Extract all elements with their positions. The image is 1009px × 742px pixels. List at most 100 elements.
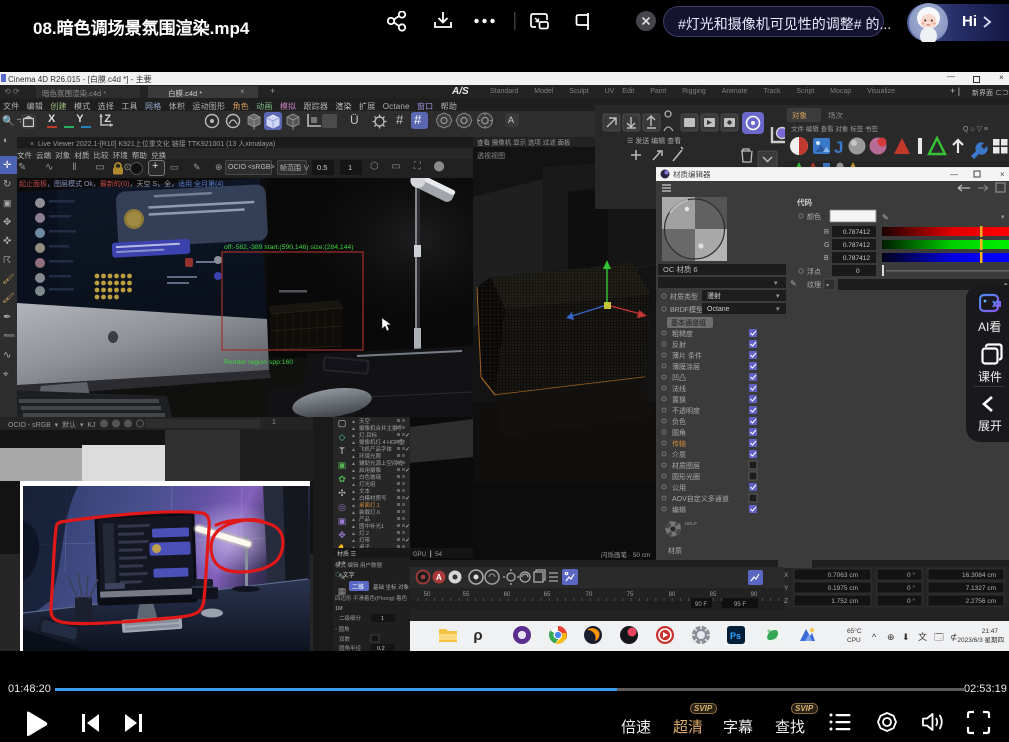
svg-text:GPU▕▏54: GPU▕▏54 bbox=[413, 550, 443, 558]
svg-text:漫射: 漫射 bbox=[707, 291, 721, 300]
svg-text:场次: 场次 bbox=[828, 110, 843, 120]
svg-text:图中补光1: 图中补光1 bbox=[359, 522, 384, 530]
svg-text:Y: Y bbox=[784, 585, 789, 592]
svg-text:85: 85 bbox=[710, 592, 717, 598]
svg-text:不透明度: 不透明度 bbox=[672, 406, 700, 415]
svg-text:产品: 产品 bbox=[359, 515, 371, 523]
svg-text:摄像机合并主摄于: 摄像机合并主摄于 bbox=[359, 424, 404, 432]
svg-text:0 °: 0 ° bbox=[907, 571, 915, 579]
svg-text:圆角: 圆角 bbox=[672, 428, 686, 437]
svg-text:▲: ▲ bbox=[351, 447, 356, 453]
svg-text:文本: 文本 bbox=[359, 487, 371, 495]
svg-text:▾: ▾ bbox=[776, 306, 780, 313]
svg-text:16.3084 cm: 16.3084 cm bbox=[962, 572, 996, 579]
svg-text:▲: ▲ bbox=[351, 433, 356, 439]
svg-text:▲: ▲ bbox=[351, 475, 356, 481]
svg-text:R: R bbox=[824, 229, 829, 236]
svg-text:装载灯.6: 装载灯.6 bbox=[359, 508, 380, 516]
svg-text:X: X bbox=[784, 572, 789, 579]
svg-text:基础 坐标 对象: 基础 坐标 对象 bbox=[373, 583, 410, 591]
svg-text:对象: 对象 bbox=[792, 110, 807, 120]
svg-text:薄片 条件: 薄片 条件 bbox=[672, 351, 702, 360]
svg-text:1: 1 bbox=[381, 616, 384, 622]
svg-text:BRDF模型: BRDF模型 bbox=[670, 305, 703, 314]
svg-text:反射: 反射 bbox=[672, 340, 686, 349]
svg-text:T: T bbox=[339, 446, 345, 456]
svg-text:▲: ▲ bbox=[351, 531, 356, 537]
svg-text:65: 65 bbox=[544, 592, 551, 598]
svg-text:粗糙度: 粗糙度 bbox=[672, 329, 693, 338]
svg-text:0: 0 bbox=[856, 268, 860, 275]
svg-text:▾: ▾ bbox=[774, 280, 778, 287]
svg-text:95 F: 95 F bbox=[734, 602, 746, 608]
svg-text:◎: ◎ bbox=[338, 502, 346, 512]
svg-text:▲: ▲ bbox=[351, 503, 356, 509]
svg-text:50: 50 bbox=[424, 592, 431, 598]
svg-text:0 °: 0 ° bbox=[907, 584, 915, 592]
svg-text:Render region spp:160: Render region spp:160 bbox=[224, 359, 293, 366]
svg-text:编辑: 编辑 bbox=[672, 505, 686, 514]
svg-text:65°C: 65°C bbox=[847, 627, 862, 635]
svg-text:⬇: ⬇ bbox=[902, 632, 910, 642]
svg-text:圆角半径: 圆角半径 bbox=[339, 644, 362, 651]
svg-text:灯.目标: 灯.目标 bbox=[359, 431, 378, 439]
svg-text:OC 材质 6: OC 材质 6 bbox=[663, 264, 698, 274]
svg-text:▲: ▲ bbox=[351, 496, 356, 502]
svg-text:✥: ✥ bbox=[338, 530, 346, 540]
svg-text:✓: ✓ bbox=[405, 496, 410, 502]
svg-text:基本通道组: 基本通道组 bbox=[671, 318, 706, 327]
svg-text:HELP: HELP bbox=[685, 521, 697, 526]
svg-text:▦: ▦ bbox=[338, 586, 347, 596]
svg-text:代码: 代码 bbox=[796, 197, 812, 207]
svg-text:7.1327 cm: 7.1327 cm bbox=[966, 585, 996, 592]
svg-text:法线: 法线 bbox=[672, 384, 686, 393]
svg-text:浮点: 浮点 bbox=[807, 267, 821, 276]
svg-text:90: 90 bbox=[751, 592, 758, 598]
svg-text:▢: ▢ bbox=[338, 418, 347, 428]
svg-text:公用: 公用 bbox=[672, 484, 686, 492]
svg-text:▲: ▲ bbox=[351, 426, 356, 432]
svg-text:环境光照: 环境光照 bbox=[359, 452, 382, 460]
svg-text:off:-582,-389 start:(590,146): off:-582,-389 start:(590,146) size:(284,… bbox=[224, 244, 353, 251]
svg-text:0.787412: 0.787412 bbox=[843, 255, 870, 262]
svg-text:颜色: 颜色 bbox=[807, 212, 821, 221]
svg-text:二级细分: 二级细分 bbox=[339, 614, 362, 622]
svg-text:模式 编辑 用户数据: 模式 编辑 用户数据 bbox=[335, 561, 383, 569]
svg-text:灯带: 灯带 bbox=[359, 536, 371, 544]
svg-text:⊕: ⊕ bbox=[887, 632, 895, 642]
svg-text:薄膜涂层: 薄膜涂层 bbox=[672, 362, 700, 371]
svg-text:材质图层: 材质图层 bbox=[672, 461, 700, 470]
svg-text:圆形光圈: 圆形光圈 bbox=[672, 472, 700, 481]
svg-text:Ps: Ps bbox=[730, 631, 741, 641]
svg-text:双数: 双数 bbox=[339, 635, 351, 643]
svg-text:纹理: 纹理 bbox=[807, 280, 821, 289]
svg-text:ρ: ρ bbox=[473, 627, 482, 644]
svg-text:0.787412: 0.787412 bbox=[843, 242, 870, 249]
svg-text:▲: ▲ bbox=[351, 461, 356, 467]
svg-text:70: 70 bbox=[586, 592, 593, 598]
svg-text:2023/6/3 星期四: 2023/6/3 星期四 bbox=[957, 636, 1004, 644]
svg-text:辅助光源上空间线: 辅助光源上空间线 bbox=[359, 459, 404, 467]
svg-text:1M: 1M bbox=[335, 606, 343, 612]
svg-text:▲: ▲ bbox=[351, 489, 356, 495]
svg-text:▲: ▲ bbox=[351, 468, 356, 474]
svg-text:透视视图: 透视视图 bbox=[477, 151, 505, 160]
svg-text:材质类型: 材质类型 bbox=[670, 292, 698, 301]
svg-text:▲: ▲ bbox=[351, 510, 356, 516]
svg-text:Octane: Octane bbox=[707, 306, 730, 313]
svg-text:Q ⌂ ▽ ≡: Q ⌂ ▽ ≡ bbox=[963, 126, 988, 133]
svg-text:▲: ▲ bbox=[351, 482, 356, 488]
svg-text:灯光组: 灯光组 bbox=[359, 480, 376, 488]
svg-text:材质 ☰: 材质 ☰ bbox=[337, 550, 356, 558]
svg-text:0 °: 0 ° bbox=[907, 597, 915, 605]
svg-text:✓: ✓ bbox=[405, 524, 410, 530]
svg-text:1.752 cm: 1.752 cm bbox=[831, 598, 858, 605]
svg-text:▲: ▲ bbox=[351, 524, 356, 530]
svg-text:◇: ◇ bbox=[339, 432, 346, 442]
svg-text:文: 文 bbox=[918, 631, 927, 642]
svg-text:60: 60 bbox=[504, 592, 511, 598]
svg-text:✓: ✓ bbox=[405, 468, 410, 474]
svg-text:B: B bbox=[824, 255, 829, 262]
svg-text:飞机产品字体: 飞机产品字体 bbox=[359, 445, 393, 453]
svg-text:二维: 二维 bbox=[352, 583, 364, 591]
